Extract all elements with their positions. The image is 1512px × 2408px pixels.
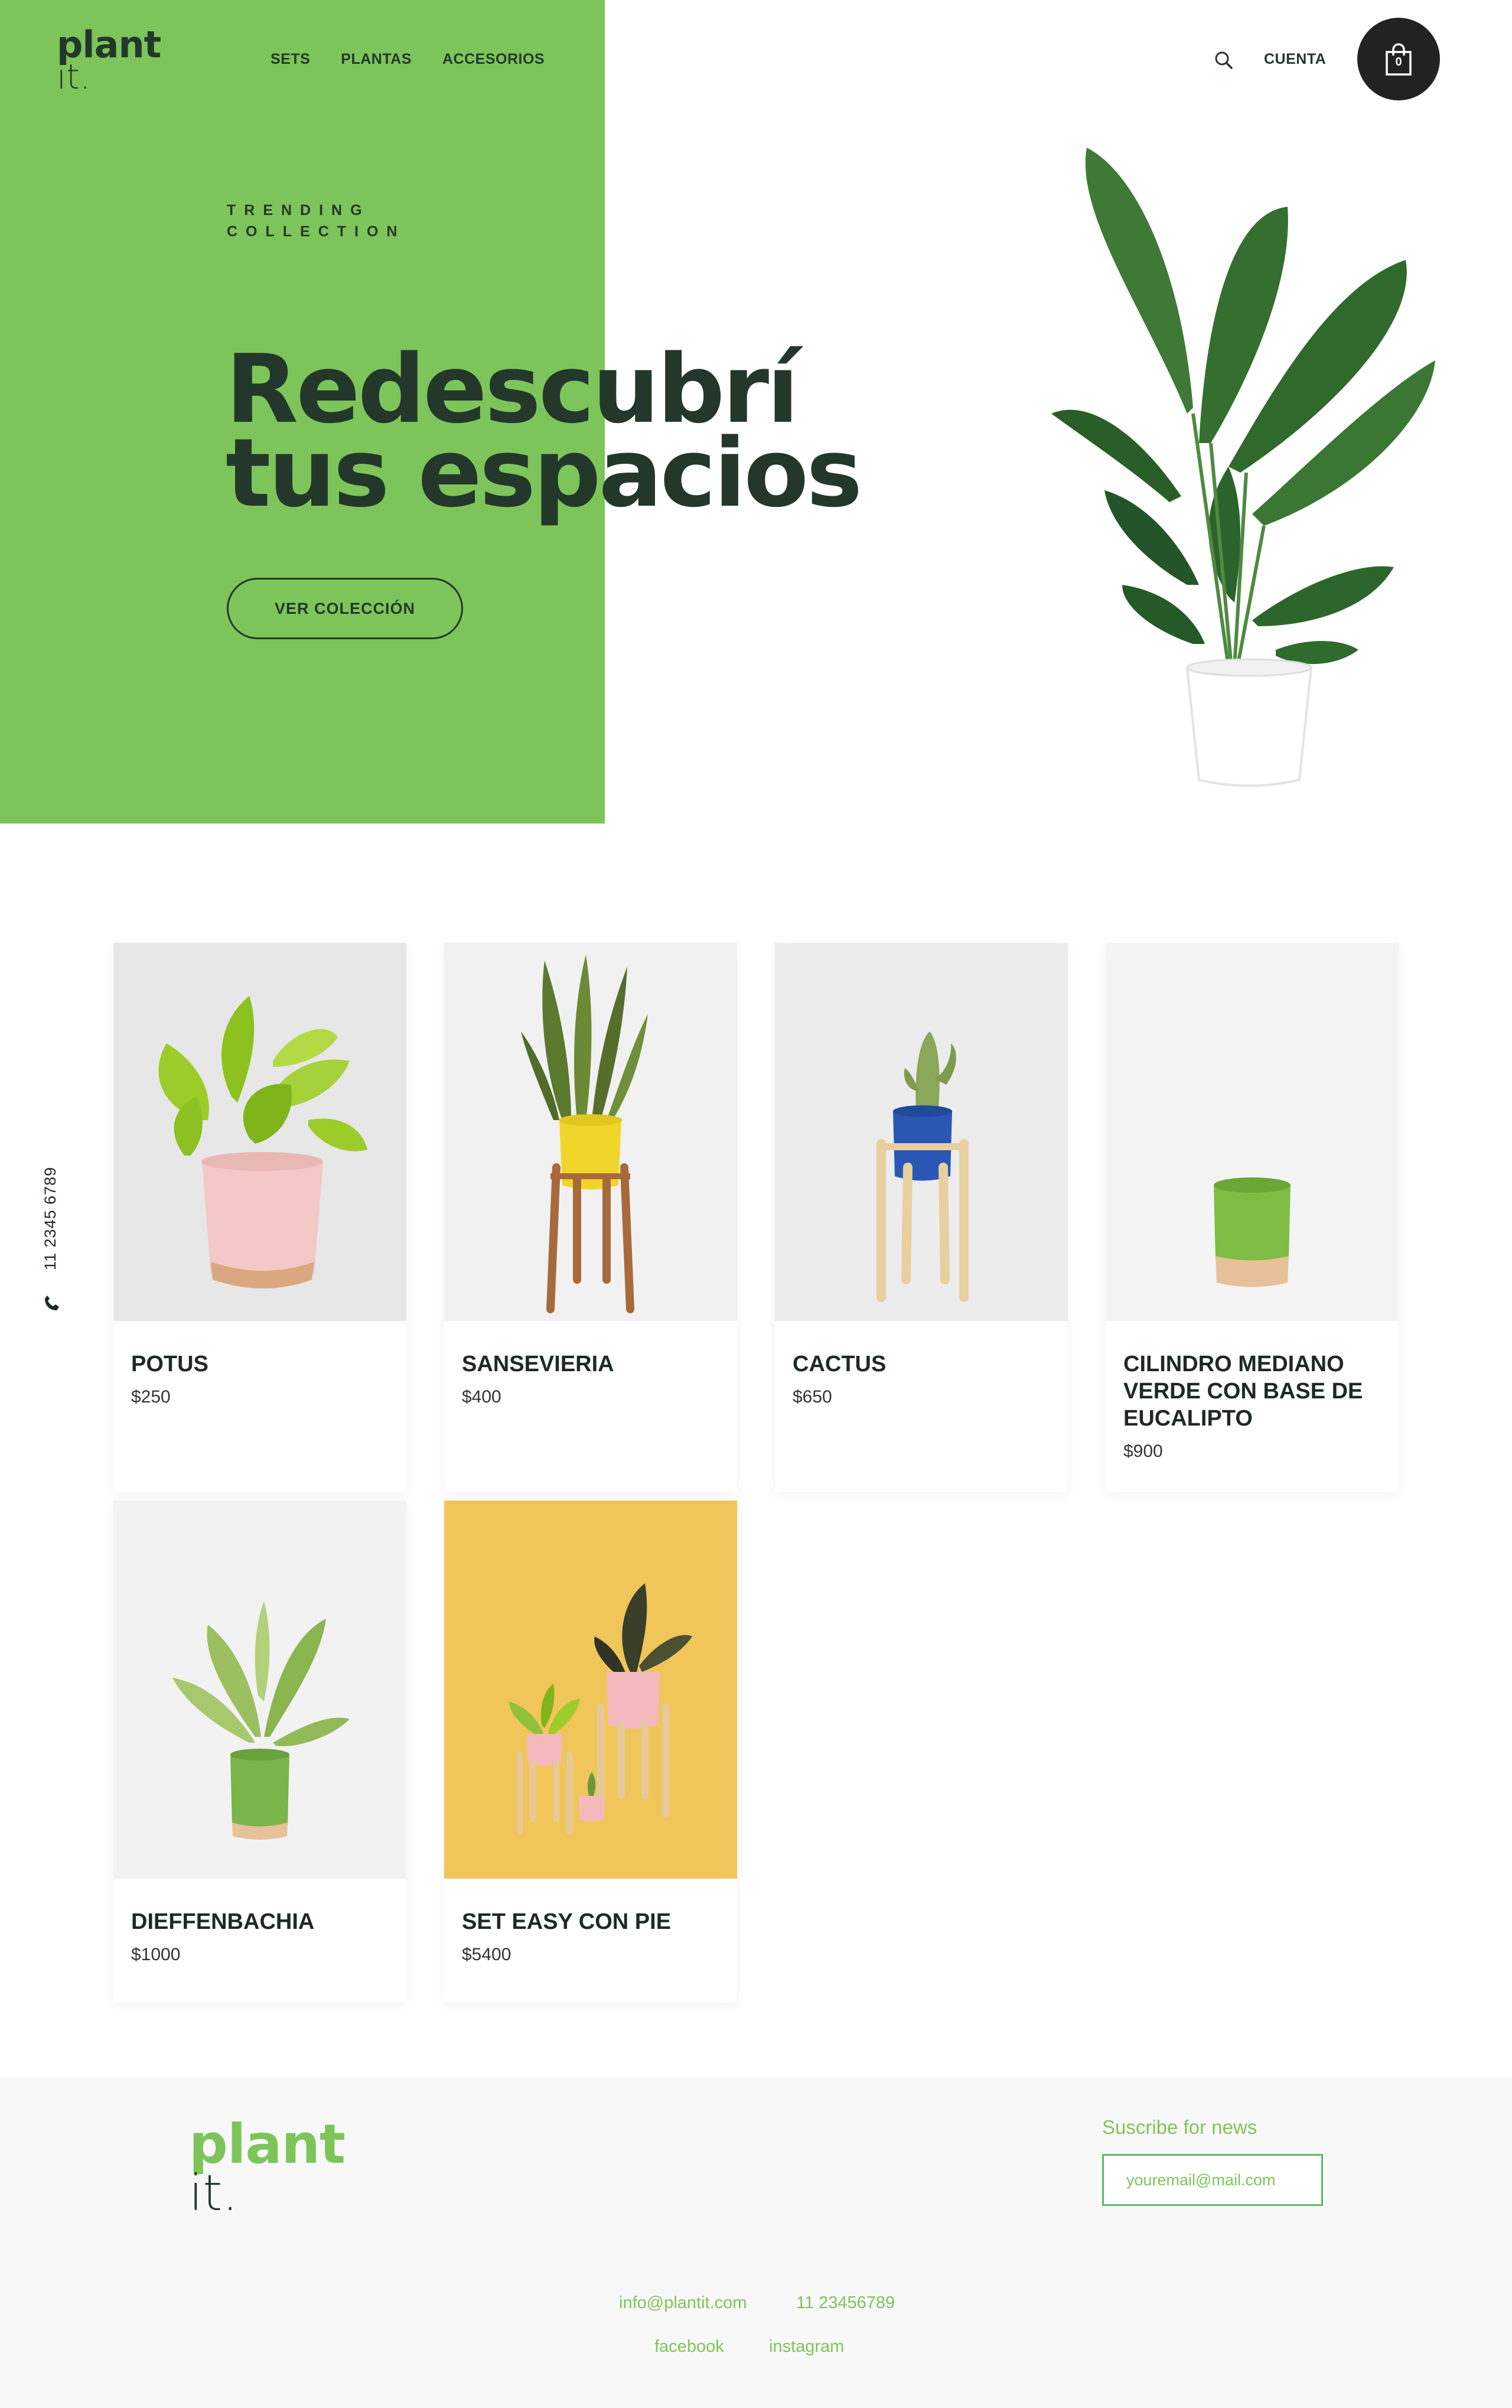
subscribe-label: Suscribe for news <box>1102 2116 1257 2138</box>
hero-title-line2: tus espacios <box>226 418 862 528</box>
nav-item-accesorios[interactable]: ACCESORIOS <box>442 51 545 68</box>
product-card-cactus[interactable]: CACTUS $650 <box>775 943 1068 1492</box>
footer-email-link[interactable]: info@plantit.com <box>619 2293 747 2313</box>
cart-count: 0 <box>1395 56 1402 69</box>
phone-icon[interactable] <box>41 1294 61 1314</box>
nav-item-sets[interactable]: SETS <box>271 51 310 68</box>
cart-button[interactable]: 0 <box>1357 18 1440 100</box>
footer-logo-line2: it. <box>189 2164 238 2222</box>
product-name[interactable]: POTUS <box>131 1351 392 1378</box>
product-price: $5400 <box>462 1945 511 1964</box>
footer-logo-line1: plant <box>189 2113 346 2176</box>
search-icon[interactable] <box>1213 50 1234 71</box>
product-price: $400 <box>462 1387 501 1407</box>
product-name[interactable]: DIEFFENBACHIA <box>131 1908 392 1935</box>
footer-phone-link[interactable]: 11 23456789 <box>796 2293 895 2313</box>
side-phone-number: 11 2345 6789 <box>41 1166 59 1270</box>
product-price: $900 <box>1123 1441 1163 1461</box>
product-image-sansevieria[interactable] <box>444 943 737 1321</box>
brand-logo[interactable]: plant it. <box>57 27 161 94</box>
product-card-dieffenbachia[interactable]: DIEFFENBACHIA $1000 <box>113 1501 406 2003</box>
product-card-potus[interactable]: POTUS $250 <box>113 943 406 1492</box>
product-card-set-easy-con-pie[interactable]: SET EASY CON PIE $5400 <box>444 1501 737 2003</box>
product-card-cilindro[interactable]: CILINDRO MEDIANO VERDE CON BASE DE EUCAL… <box>1106 943 1399 1492</box>
hero-plant-image <box>1051 148 1435 787</box>
product-card-sansevieria[interactable]: SANSEVIERIA $400 <box>444 943 737 1492</box>
eyebrow-line2: COLLECTION <box>227 223 406 240</box>
hero-title: Redescubrí tus espacios <box>226 342 862 528</box>
product-image-cilindro[interactable] <box>1106 943 1399 1321</box>
product-image-dieffenbachia[interactable] <box>113 1501 406 1879</box>
product-image-potus[interactable] <box>113 943 406 1321</box>
product-price: $1000 <box>131 1945 181 1964</box>
footer-instagram-link[interactable]: instagram <box>769 2337 844 2357</box>
product-name[interactable]: CILINDRO MEDIANO VERDE CON BASE DE EUCAL… <box>1123 1351 1384 1432</box>
product-image-cactus[interactable] <box>775 943 1068 1321</box>
product-price: $650 <box>793 1387 832 1407</box>
product-price: $250 <box>131 1387 171 1407</box>
view-collection-button[interactable]: VER COLECCIÓN <box>227 578 463 639</box>
account-link[interactable]: CUENTA <box>1264 51 1326 68</box>
newsletter-email-input[interactable] <box>1102 2154 1323 2206</box>
hero-eyebrow: TRENDING COLLECTION <box>227 200 406 242</box>
footer-logo[interactable]: plant it. <box>189 2113 346 2222</box>
product-name[interactable]: SANSEVIERIA <box>462 1351 723 1378</box>
product-name[interactable]: SET EASY CON PIE <box>462 1908 723 1935</box>
eyebrow-line1: TRENDING <box>227 202 370 219</box>
footer-facebook-link[interactable]: facebook <box>654 2337 724 2357</box>
product-name[interactable]: CACTUS <box>793 1351 1054 1378</box>
nav-item-plantas[interactable]: PLANTAS <box>341 51 412 68</box>
main-nav: SETS PLANTAS ACCESORIOS <box>271 51 545 68</box>
product-image-set-easy-con-pie[interactable] <box>444 1501 737 1879</box>
